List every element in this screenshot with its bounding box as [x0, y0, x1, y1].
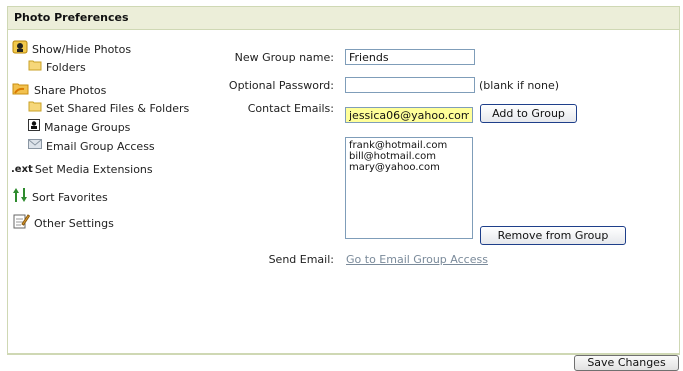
photo-preferences-panel: Photo Preferences Show/Hide Photos Folde… [7, 6, 680, 354]
group-name-label: New Group name: [234, 51, 334, 64]
sidebar-item-share-photos[interactable]: Share Photos [12, 80, 106, 98]
password-label: Optional Password: [228, 79, 334, 92]
ext-icon: .ext [11, 164, 33, 175]
sidebar-item-label: Other Settings [34, 217, 114, 230]
contact-email-input[interactable] [345, 107, 473, 123]
group-icon [28, 119, 40, 137]
sidebar-item-manage-groups[interactable]: Manage Groups [28, 119, 131, 137]
folder-icon [28, 100, 42, 118]
sidebar-item-label: Manage Groups [44, 121, 131, 134]
sidebar-item-label: Show/Hide Photos [32, 43, 132, 56]
list-item[interactable]: frank@hotmail.com [349, 140, 469, 151]
group-name-input[interactable] [345, 49, 475, 65]
sidebar-item-label: Email Group Access [46, 140, 155, 153]
sidebar-item-label: Folders [46, 61, 86, 74]
panel-title: Photo Preferences [8, 7, 679, 30]
save-changes-button[interactable]: Save Changes [574, 355, 679, 371]
remove-from-group-button[interactable]: Remove from Group [480, 226, 626, 245]
sidebar-item-sort-favorites[interactable]: Sort Favorites [12, 187, 108, 205]
sidebar-item-label: Share Photos [34, 84, 107, 97]
list-item[interactable]: bill@hotmail.com [349, 151, 469, 162]
sidebar-item-set-shared-files[interactable]: Set Shared Files & Folders [28, 100, 189, 118]
sidebar-item-folders[interactable]: Folders [28, 59, 86, 77]
sidebar-item-email-group-access[interactable]: Email Group Access [28, 138, 155, 156]
password-input[interactable] [345, 77, 475, 93]
sidebar-item-label: Sort Favorites [32, 191, 108, 204]
folder-icon [28, 59, 42, 77]
list-item[interactable]: mary@yahoo.com [349, 162, 469, 173]
email-icon [28, 138, 42, 156]
send-email-label: Send Email: [268, 253, 334, 266]
sidebar-item-label: Set Media Extensions [34, 163, 153, 176]
contact-emails-label: Contact Emails: [247, 102, 334, 115]
add-to-group-button[interactable]: Add to Group [480, 104, 577, 123]
group-members-listbox[interactable]: frank@hotmail.com bill@hotmail.com mary@… [345, 137, 473, 239]
notepad-icon [12, 212, 31, 236]
sidebar-item-show-hide-photos[interactable]: Show/Hide Photos [12, 39, 131, 57]
email-group-access-link[interactable]: Go to Email Group Access [346, 251, 488, 269]
person-card-icon [12, 39, 28, 61]
password-hint: (blank if none) [479, 79, 560, 92]
shared-folder-icon [12, 80, 30, 102]
sidebar-item-set-media-extensions[interactable]: .ext Set Media Extensions [11, 161, 153, 179]
sidebar-item-label: Set Shared Files & Folders [46, 102, 190, 115]
sort-arrows-icon [12, 187, 28, 209]
sidebar-item-other-settings[interactable]: Other Settings [12, 212, 114, 230]
